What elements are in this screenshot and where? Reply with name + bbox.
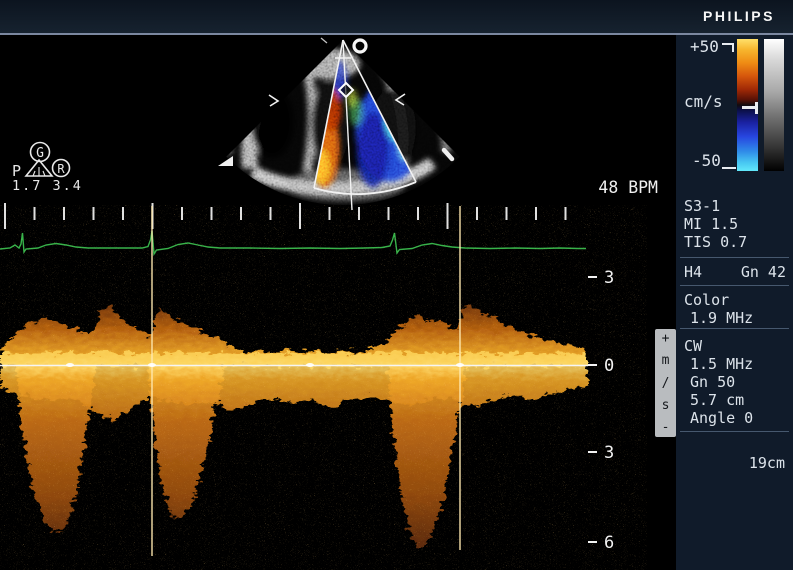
- color-mode-title: Color: [684, 291, 729, 309]
- colorbar-baseline-marker-bar[interactable]: [755, 102, 758, 114]
- axis-label-0: 0: [604, 356, 614, 376]
- imaging-depth-readout: 19cm: [749, 454, 785, 472]
- cw-depth-readout: 5.7 cm: [690, 391, 744, 409]
- cw-frequency-readout: 1.5 MHz: [690, 355, 753, 373]
- color-frequency-readout: 1.9 MHz: [690, 309, 753, 327]
- spectral-noise-speckle: [0, 238, 588, 568]
- ultrasound-screen: 3 0 3 6 48 BPM G R P 1.7 3.4 PHILIPS +50…: [0, 0, 793, 570]
- spectral-doppler-display: [0, 206, 588, 568]
- colorbar-baseline-marker[interactable]: [742, 106, 756, 109]
- time-tick-ruler: [5, 203, 566, 229]
- thermal-index-values: 1.7 3.4: [12, 178, 83, 194]
- r-indicator-label: R: [57, 162, 65, 176]
- scale-unit-slash: /: [662, 377, 670, 390]
- colorbar-unit-label: cm/s: [684, 92, 723, 111]
- axis-label-3-lower: 3: [604, 443, 614, 463]
- echo-sector-image: [210, 36, 480, 216]
- velocity-axis: 3 0 3 6: [588, 268, 614, 553]
- scale-minus-label[interactable]: -: [662, 421, 670, 434]
- grayscale-bar: [764, 39, 784, 171]
- probe-label: S3-1: [684, 197, 720, 215]
- harmonic-mode-label: H4: [684, 263, 702, 281]
- orientation-circle-marker: [354, 40, 366, 52]
- scale-plus-label[interactable]: +: [662, 332, 670, 345]
- main-display: 3 0 3 6 48 BPM G R P 1.7 3.4: [0, 0, 793, 570]
- gain-2d-readout: Gn 42: [741, 263, 786, 281]
- axis-label-6: 6: [604, 533, 614, 553]
- colorbar-max-label: +50: [690, 37, 719, 56]
- left-edge-triangle-marker: [218, 156, 233, 166]
- right-panel: +50 cm/s -50 S3-1 MI 1.5 TIS 0.7 H4 Gn 4…: [676, 35, 793, 570]
- top-bar: PHILIPS: [0, 0, 793, 35]
- panel-divider: [680, 431, 789, 432]
- cw-angle-readout: Angle 0: [690, 409, 753, 427]
- colorbar-bottom-tick: [722, 167, 736, 169]
- scale-unit-m: m: [662, 354, 670, 367]
- panel-divider: [680, 257, 789, 258]
- panel-divider: [680, 328, 789, 329]
- panel-divider: [680, 285, 789, 286]
- mi-readout: MI 1.5: [684, 215, 738, 233]
- axis-label-3-upper: 3: [604, 268, 614, 288]
- tis-readout: TIS 0.7: [684, 233, 747, 251]
- colorbar-min-label: -50: [692, 151, 721, 170]
- g-indicator-label: G: [36, 146, 44, 161]
- baseline-shift-control[interactable]: + m / s -: [655, 329, 676, 437]
- scale-unit-s: s: [662, 399, 670, 412]
- philips-logo: PHILIPS: [703, 8, 775, 24]
- heart-rate-readout: 48 BPM: [598, 178, 658, 197]
- colorbar-top-tick-v: [732, 43, 734, 52]
- cw-gain-readout: Gn 50: [690, 373, 735, 391]
- cw-mode-title: CW: [684, 337, 702, 355]
